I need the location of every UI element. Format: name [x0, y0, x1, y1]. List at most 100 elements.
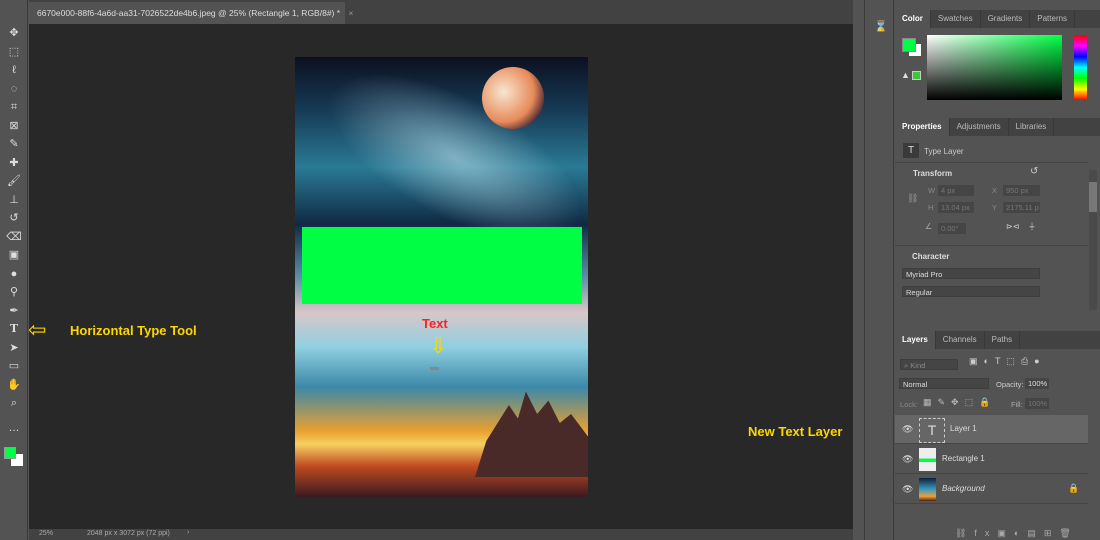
- brush-tool-icon[interactable]: 🖌: [6, 174, 22, 188]
- eyedropper-tool-icon[interactable]: ✎: [6, 137, 22, 151]
- font-style-dropdown[interactable]: Regular: [902, 286, 1040, 297]
- document-title: 6670e000-88f6-4a6d-aa31-7026522de4b6.jpe…: [37, 8, 341, 18]
- character-title[interactable]: Character: [912, 252, 949, 261]
- down-arrow-icon: ⇩: [429, 333, 448, 358]
- layer-filter-icons[interactable]: ▣◐T⬚⎙●: [969, 356, 1046, 367]
- lock-icons[interactable]: ▦✎✥⬚🔒: [923, 397, 996, 408]
- history-brush-tool-icon[interactable]: ↺: [6, 211, 22, 225]
- layer-name[interactable]: Background: [942, 484, 985, 493]
- path-select-tool-icon[interactable]: ➤: [6, 341, 22, 355]
- layers-footer-icons[interactable]: ⛓fx▣◐▤⊞🗑: [955, 528, 1079, 539]
- planet: [482, 67, 544, 129]
- blur-tool-icon[interactable]: ●: [6, 267, 22, 281]
- zoom-tool-icon[interactable]: ⌕: [6, 396, 22, 410]
- tab-adjustments[interactable]: Adjustments: [950, 118, 1009, 136]
- properties-panel-tabs: Properties Adjustments Libraries: [895, 118, 1100, 136]
- document-canvas[interactable]: [295, 57, 588, 497]
- tab-properties[interactable]: Properties: [895, 118, 950, 136]
- x-field[interactable]: 950 px: [1003, 185, 1040, 196]
- rectangle-tool-icon[interactable]: ▭: [6, 359, 22, 373]
- history-icon[interactable]: ⌛: [874, 20, 888, 33]
- angle-icon: ∠: [925, 222, 933, 231]
- reset-icon[interactable]: ↺: [1030, 166, 1038, 177]
- tab-patterns[interactable]: Patterns: [1030, 10, 1076, 28]
- marquee-tool-icon[interactable]: ⬚: [6, 45, 22, 59]
- y-field[interactable]: 2175.11 p: [1003, 202, 1040, 213]
- zoom-level[interactable]: 25%: [39, 530, 53, 537]
- blend-mode-dropdown[interactable]: Normal: [899, 378, 989, 389]
- flip-horizontal-icon[interactable]: ⊳⊲: [1006, 222, 1019, 231]
- tab-layers[interactable]: Layers: [895, 331, 936, 349]
- dodge-tool-icon[interactable]: ⚲: [6, 285, 22, 299]
- layers-panel-tabs: Layers Channels Paths: [895, 331, 1100, 349]
- height-field[interactable]: 13.04 px: [938, 202, 974, 213]
- layer-name[interactable]: Layer 1: [950, 424, 977, 433]
- more-tool-icon[interactable]: …: [6, 421, 22, 435]
- tools-panel: ✥ ⬚ ℓ ◌ ⌗ ⊠ ✎ ✚ 🖌 ⊥ ↺ ⌫ ▣ ● ⚲ ✒ T ➤ ▭ ✋ ⌕ …: [0, 0, 28, 540]
- angle-field[interactable]: 0.00°: [938, 223, 966, 234]
- type-layer-icon: T: [903, 143, 919, 158]
- color-field[interactable]: [927, 35, 1062, 100]
- transform-title[interactable]: Transform: [913, 169, 952, 178]
- tab-gradients[interactable]: Gradients: [981, 10, 1031, 28]
- new-layer-annotation: New Text Layer: [748, 424, 843, 439]
- lock-icon[interactable]: 🔒: [1068, 483, 1079, 494]
- visibility-eye-icon[interactable]: 👁: [902, 484, 913, 495]
- layer-row-background[interactable]: 👁 Background 🔒: [895, 475, 1088, 504]
- green-rectangle-layer[interactable]: [302, 227, 582, 304]
- visibility-eye-icon[interactable]: 👁: [902, 454, 913, 465]
- h-label: H: [928, 203, 934, 212]
- frame-tool-icon[interactable]: ⊠: [6, 119, 22, 133]
- crop-tool-icon[interactable]: ⌗: [6, 100, 22, 114]
- hue-slider[interactable]: [1074, 35, 1087, 100]
- lock-label: Lock:: [900, 400, 918, 409]
- left-arrow-icon: ⇦: [28, 317, 47, 342]
- pen-tool-icon[interactable]: ✒: [6, 304, 22, 318]
- shape-layer-thumbnail: [919, 448, 936, 471]
- text-cursor: [430, 367, 439, 370]
- flip-vertical-icon[interactable]: ⏚: [1028, 221, 1036, 232]
- properties-scrollbar[interactable]: [1089, 170, 1097, 310]
- visibility-eye-icon[interactable]: 👁: [902, 424, 913, 435]
- opacity-field[interactable]: 100%: [1025, 378, 1049, 389]
- gamut-warning-icon: ▲: [901, 70, 910, 80]
- font-family-dropdown[interactable]: Myriad Pro: [902, 268, 1040, 279]
- layer-name[interactable]: Rectangle 1: [942, 454, 985, 463]
- foreground-color-swatch[interactable]: [902, 38, 916, 52]
- eraser-tool-icon[interactable]: ⌫: [6, 230, 22, 244]
- y-label: Y: [992, 203, 998, 212]
- type-tool-icon[interactable]: T: [6, 322, 22, 336]
- fill-label: Fill:: [1011, 400, 1023, 409]
- tab-color[interactable]: Color: [895, 10, 931, 28]
- stamp-tool-icon[interactable]: ⊥: [6, 193, 22, 207]
- tab-channels[interactable]: Channels: [936, 331, 985, 349]
- width-field[interactable]: 4 px: [938, 185, 974, 196]
- type-layer-label: Type Layer: [924, 147, 964, 156]
- hand-tool-icon[interactable]: ✋: [6, 378, 22, 392]
- link-icon[interactable]: ⛓: [907, 193, 918, 204]
- text-annotation: Text: [422, 316, 448, 331]
- type-tool-annotation: Horizontal Type Tool: [70, 323, 197, 338]
- mountains: [475, 391, 588, 477]
- gradient-tool-icon[interactable]: ▣: [6, 248, 22, 262]
- layer-row-rectangle-1[interactable]: 👁 Rectangle 1: [895, 445, 1088, 474]
- tab-libraries[interactable]: Libraries: [1009, 118, 1055, 136]
- quick-select-tool-icon[interactable]: ◌: [6, 82, 22, 96]
- move-tool-icon[interactable]: ✥: [6, 26, 22, 40]
- fill-field[interactable]: 100%: [1025, 398, 1049, 409]
- status-menu-arrow[interactable]: ›: [187, 529, 189, 536]
- tab-swatches[interactable]: Swatches: [931, 10, 981, 28]
- healing-tool-icon[interactable]: ✚: [6, 156, 22, 170]
- color-panel-tabs: Color Swatches Gradients Patterns: [895, 10, 1100, 28]
- document-size: 2048 px x 3072 px (72 ppi): [87, 530, 170, 537]
- close-tab-icon[interactable]: ×: [348, 8, 353, 18]
- filter-kind-dropdown[interactable]: ⌕ Kind: [900, 359, 958, 370]
- tab-paths[interactable]: Paths: [985, 331, 1021, 349]
- lasso-tool-icon[interactable]: ℓ: [6, 63, 22, 77]
- document-tab[interactable]: 6670e000-88f6-4a6d-aa31-7026522de4b6.jpe…: [29, 2, 353, 24]
- foreground-color-swatch[interactable]: [4, 447, 16, 459]
- right-panels: Color Swatches Gradients Patterns ▲ Prop…: [895, 0, 1100, 540]
- w-label: W: [928, 186, 936, 195]
- image-layer-thumbnail: [919, 478, 936, 501]
- layer-row-layer-1[interactable]: 👁 T Layer 1: [895, 415, 1088, 444]
